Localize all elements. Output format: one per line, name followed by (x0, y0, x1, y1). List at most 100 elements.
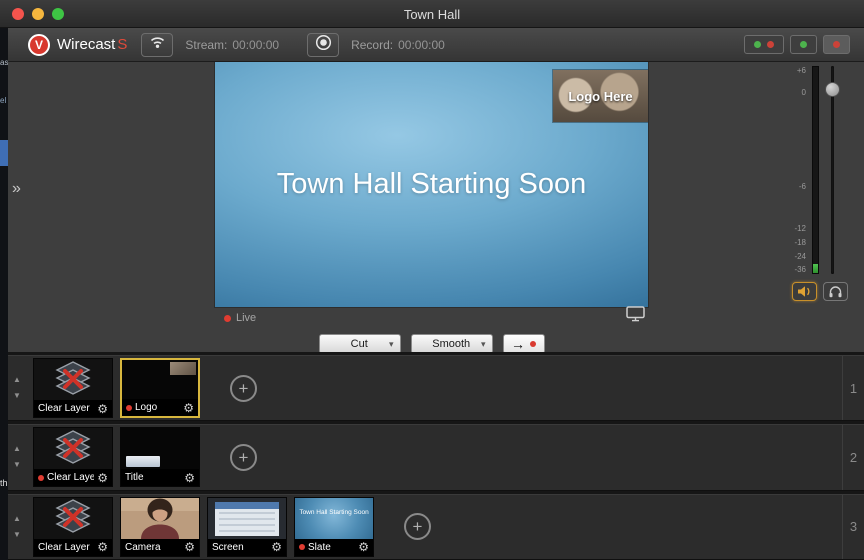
record-button[interactable] (307, 32, 340, 57)
live-dot-icon (224, 314, 231, 322)
shot-clear-layer[interactable]: Clear Layer ⚙ (33, 427, 113, 488)
clear-layer-thumbnail (34, 359, 112, 401)
brand-suffix: S (117, 36, 128, 53)
gear-icon[interactable]: ⚙ (184, 472, 195, 484)
shot-slate[interactable]: Town Hall Starting Soon Slate ⚙ (294, 496, 374, 557)
live-dot-icon (38, 474, 44, 481)
transition-smooth-button[interactable]: Smooth ▾ (410, 334, 493, 354)
shot-camera[interactable]: Camera ⚙ (120, 496, 200, 557)
db-tick: -24 (794, 252, 806, 261)
slate-headline: Town Hall Starting Soon (276, 168, 587, 200)
logo-overlay-image: Logo Here (553, 70, 648, 122)
transition-cut-label: Cut (350, 338, 368, 350)
caret-down-icon: ▾ (388, 338, 394, 349)
output-display-button[interactable] (626, 306, 645, 327)
layer-row-3: ▲ ▼ Clear Layer ⚙ Camera ⚙ Screen ⚙ Town… (8, 493, 864, 560)
move-layer-up-button[interactable]: ▲ (13, 376, 21, 384)
shot-label-bar: Clear Layer ⚙ (34, 538, 112, 556)
mini-title-image (126, 456, 160, 468)
live-output-preview: Town Hall Starting Soon Logo Here (215, 62, 648, 307)
shot-clear-layer[interactable]: Clear Layer ⚙ (33, 496, 113, 557)
go-arrow-icon: → (511, 336, 525, 352)
layer-number: 3 (842, 494, 864, 559)
gear-icon[interactable]: ⚙ (183, 402, 194, 414)
shot-label: Screen (212, 541, 244, 553)
background-text-fragment: th (0, 478, 8, 488)
live-dot-icon (833, 41, 840, 48)
volume-slider-knob[interactable] (825, 82, 840, 97)
db-tick: -36 (794, 265, 806, 274)
audio-monitor-buttons (792, 282, 848, 301)
shot-label-bar: Title ⚙ (121, 469, 199, 487)
shot-label-bar: Screen ⚙ (208, 538, 286, 556)
live-view-button[interactable] (823, 35, 850, 54)
shot-clear-layer[interactable]: Clear Layer ⚙ (33, 358, 113, 419)
move-layer-down-button[interactable]: ▼ (13, 530, 21, 539)
shot-label: Camera (125, 541, 161, 553)
shot-label: Title (125, 472, 144, 484)
shot-logo[interactable]: Logo ⚙ (120, 358, 200, 419)
layer-reorder-arrows: ▲ ▼ (8, 445, 26, 469)
brand-name: Wirecast (57, 36, 116, 53)
move-layer-down-button[interactable]: ▼ (13, 461, 21, 469)
clear-layer-thumbnail (34, 428, 112, 470)
layer-row-2: ▲ ▼ Clear Layer ⚙ Title ⚙ + 2 (8, 424, 864, 491)
transition-smooth-label: Smooth (432, 338, 471, 350)
gear-icon[interactable]: ⚙ (358, 541, 369, 553)
add-shot-button[interactable]: + (404, 513, 431, 541)
db-tick: -6 (798, 182, 806, 191)
title-shot-thumbnail (121, 428, 199, 470)
gear-icon[interactable]: ⚙ (97, 472, 108, 484)
expand-panel-chevron[interactable]: » (12, 180, 21, 198)
volume-slider-track[interactable] (831, 66, 834, 274)
monitor-icon (626, 306, 645, 322)
preview-dot-icon (800, 41, 807, 48)
screen-window (215, 501, 279, 536)
shot-label-bar: Slate ⚙ (295, 538, 373, 556)
slate-thumb-text: Town Hall Starting Soon (299, 508, 369, 516)
shot-label: Slate (308, 541, 331, 553)
background-text-fragment: el (0, 96, 7, 105)
move-layer-up-button[interactable]: ▲ (13, 514, 21, 523)
gear-icon[interactable]: ⚙ (97, 541, 108, 553)
shot-title[interactable]: Title ⚙ (120, 427, 200, 488)
gear-icon[interactable]: ⚙ (97, 403, 108, 415)
move-layer-down-button[interactable]: ▼ (13, 392, 21, 400)
db-tick: -12 (794, 224, 806, 233)
go-transition-button[interactable]: → (502, 334, 545, 354)
speaker-icon (798, 286, 810, 297)
background-window-strip: as el th (0, 28, 8, 560)
live-dot-icon (299, 544, 305, 551)
slate-shot-thumbnail: Town Hall Starting Soon (295, 497, 373, 539)
preview-view-button[interactable] (790, 35, 817, 54)
transition-controls: Cut ▾ Smooth ▾ → (215, 334, 648, 354)
stream-button[interactable] (141, 32, 174, 57)
add-shot-button[interactable]: + (230, 374, 257, 402)
preview-dot-icon (754, 41, 761, 48)
camera-person-image (121, 497, 199, 539)
gear-icon[interactable]: ⚙ (184, 541, 195, 553)
shot-label: Logo (135, 402, 158, 414)
preview-live-view-button[interactable] (744, 35, 784, 54)
layer-reorder-arrows: ▲ ▼ (8, 514, 26, 539)
window-title: Town Hall (403, 7, 461, 22)
live-indicator: Live (224, 312, 256, 324)
headphone-monitor-button[interactable] (823, 282, 848, 301)
shot-screen[interactable]: Screen ⚙ (207, 496, 287, 557)
layer-number: 1 (842, 356, 864, 421)
screen-window-header (215, 501, 279, 509)
main-area: » Town Hall Starting Soon Logo Here Live… (8, 62, 864, 354)
gear-icon[interactable]: ⚙ (271, 541, 282, 553)
shot-label-bar: Clear Layer ⚙ (34, 469, 112, 487)
logo-shot-thumbnail (122, 360, 198, 400)
speaker-mute-button[interactable] (792, 282, 817, 301)
add-shot-button[interactable]: + (230, 443, 257, 471)
shot-label: Clear Layer (38, 403, 90, 415)
move-layer-up-button[interactable]: ▲ (13, 445, 21, 453)
slate-background (295, 497, 373, 539)
transition-cut-button[interactable]: Cut ▾ (318, 334, 401, 354)
stream-time: 00:00:00 (232, 37, 280, 52)
audio-level-meter (812, 66, 819, 274)
layer-reorder-arrows: ▲ ▼ (8, 376, 26, 400)
view-mode-buttons (744, 35, 850, 54)
